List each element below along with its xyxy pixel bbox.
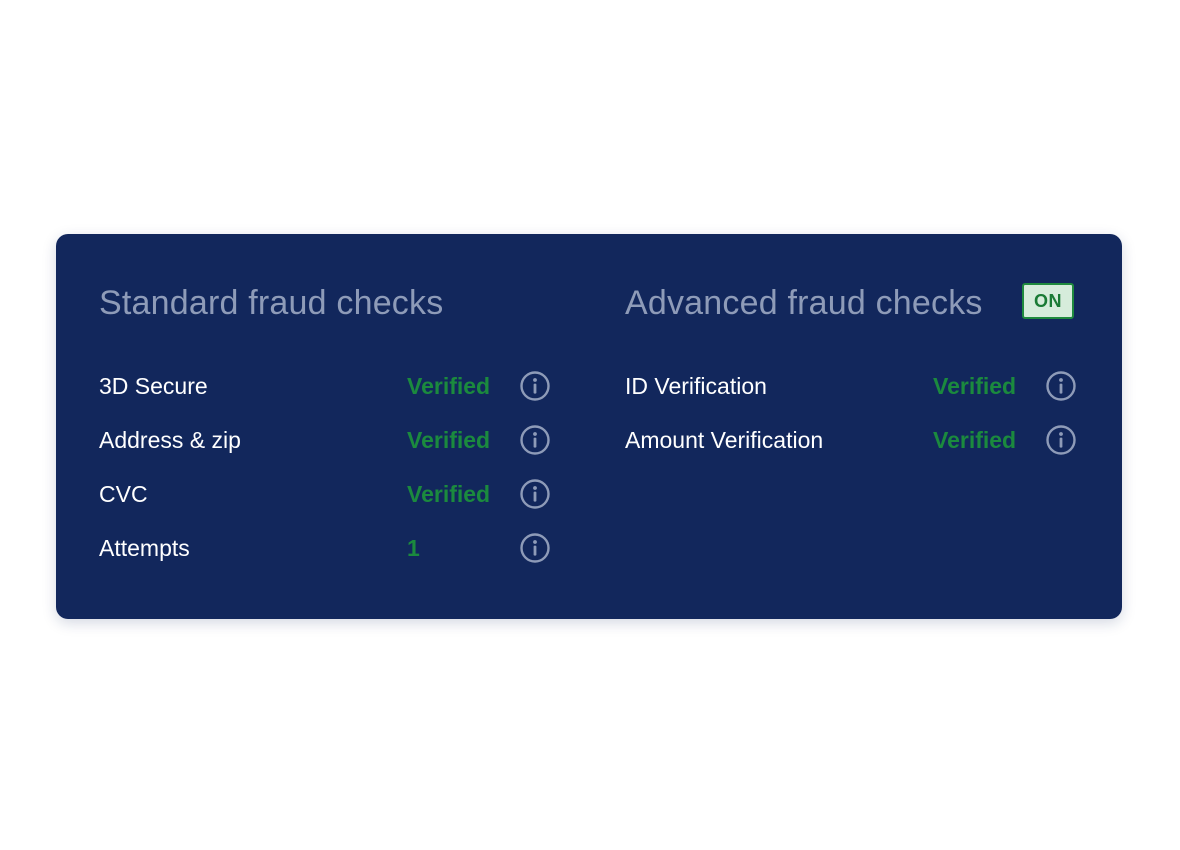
check-status: Verified: [407, 427, 491, 453]
check-label: CVC: [99, 481, 148, 507]
check-status: 1: [407, 535, 420, 561]
info-icon[interactable]: [519, 478, 551, 510]
info-icon[interactable]: [519, 370, 551, 402]
check-row-address-zip: Address & zip Verified: [99, 420, 559, 460]
info-icon[interactable]: [519, 532, 551, 564]
info-icon[interactable]: [1045, 424, 1077, 456]
check-status: Verified: [407, 373, 491, 399]
check-row-3d-secure: 3D Secure Verified: [99, 366, 559, 406]
check-label: Amount Verification: [625, 427, 824, 453]
fraud-checks-card: Standard fraud checks 3D Secure Verified…: [56, 234, 1122, 619]
check-row-id-verification: ID Verification Verified: [625, 366, 1085, 406]
check-label: Address & zip: [99, 427, 241, 453]
check-label: Attempts: [99, 535, 190, 561]
check-row-cvc: CVC Verified: [99, 474, 559, 514]
check-row-amount-verification: Amount Verification Verified: [625, 420, 1085, 460]
check-status: Verified: [933, 427, 1017, 453]
check-label: 3D Secure: [99, 373, 208, 399]
advanced-checks-toggle[interactable]: ON: [1022, 283, 1074, 319]
check-row-attempts: Attempts 1: [99, 528, 559, 568]
check-status: Verified: [407, 481, 491, 507]
advanced-section-title: Advanced fraud checks: [625, 284, 983, 322]
check-status: Verified: [933, 373, 1017, 399]
info-icon[interactable]: [519, 424, 551, 456]
check-label: ID Verification: [625, 373, 767, 399]
standard-section-title: Standard fraud checks: [99, 284, 444, 322]
info-icon[interactable]: [1045, 370, 1077, 402]
